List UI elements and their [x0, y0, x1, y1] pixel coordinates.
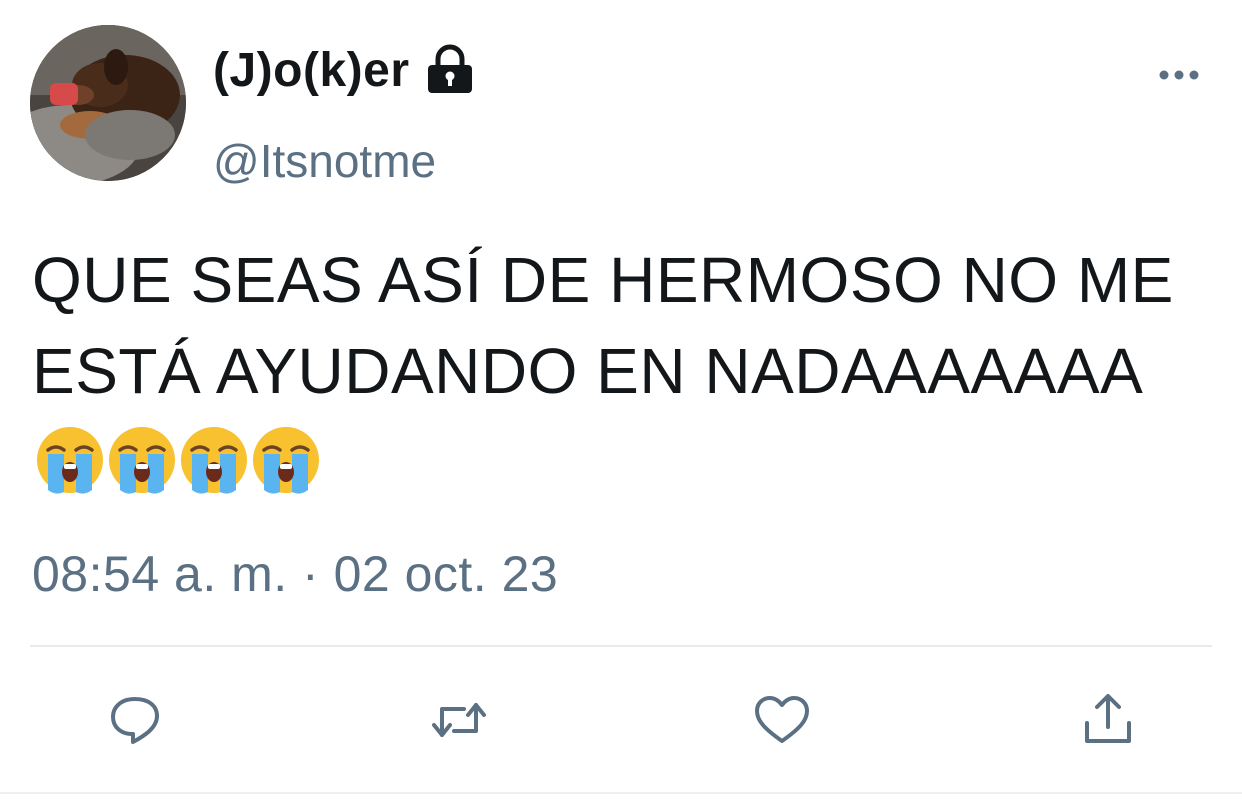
reply-icon	[111, 697, 159, 744]
loudly-crying-face-icon	[250, 424, 322, 496]
avatar[interactable]	[30, 25, 186, 181]
retweet-icon	[432, 703, 486, 737]
heart-icon	[755, 696, 809, 743]
display-name-row[interactable]: (J)o(k)er	[213, 42, 478, 98]
tweet-timestamp[interactable]: 08:54 a. m. · 02 oct. 23	[32, 545, 558, 603]
lock-icon	[422, 42, 478, 98]
display-name[interactable]: (J)o(k)er	[213, 43, 410, 98]
share-button[interactable]	[1068, 680, 1148, 760]
tweet-action-bar	[0, 680, 1242, 760]
tweet-text: QUE SEAS ASÍ DE HERMOSO NO ME ESTÁ AYUDA…	[32, 235, 1212, 508]
reply-button[interactable]	[95, 680, 175, 760]
like-button[interactable]	[742, 680, 822, 760]
tweet-body: QUE SEAS ASÍ DE HERMOSO NO ME ESTÁ AYUDA…	[32, 244, 1174, 407]
loudly-crying-face-icon	[178, 424, 250, 496]
loudly-crying-face-icon	[34, 424, 106, 496]
more-options-icon[interactable]	[1152, 58, 1206, 92]
divider	[30, 645, 1212, 647]
loudly-crying-face-icon	[106, 424, 178, 496]
avatar-puppy-image	[30, 25, 186, 181]
bottom-divider	[0, 792, 1242, 794]
emoji-group	[34, 424, 322, 496]
user-handle[interactable]: @Itsnotme	[213, 134, 436, 188]
share-icon	[1085, 694, 1131, 743]
retweet-button[interactable]	[419, 680, 499, 760]
